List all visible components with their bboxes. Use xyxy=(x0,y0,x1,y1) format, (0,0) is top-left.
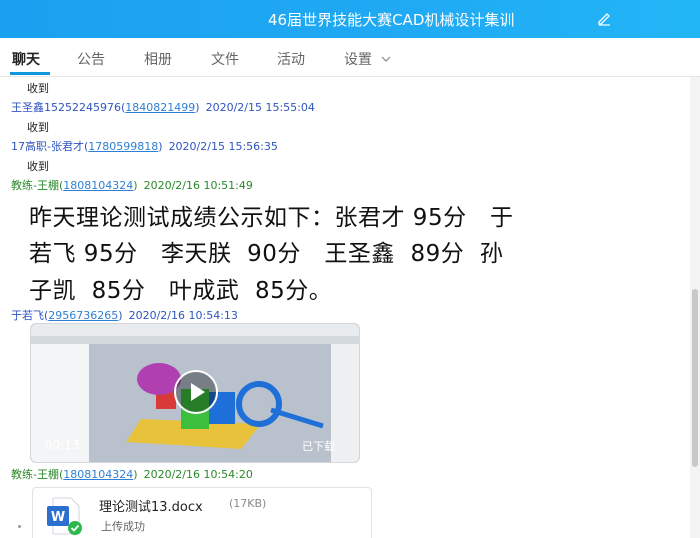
tab-album[interactable]: 相册 xyxy=(144,49,172,69)
tab-files[interactable]: 文件 xyxy=(211,49,239,69)
message-header: 于若飞(2956736265) 2020/2/16 10:54:13 xyxy=(11,309,238,322)
word-doc-icon: W xyxy=(47,497,82,535)
tab-settings[interactable]: 设置 xyxy=(344,49,391,69)
message-text: 收到 xyxy=(27,121,49,134)
list-marker xyxy=(18,525,21,528)
sender-qq-link[interactable]: 1840821499 xyxy=(125,101,195,114)
sender-name[interactable]: 教练-王棚 xyxy=(11,179,59,192)
message-time: 2020/2/16 10:54:20 xyxy=(143,468,253,481)
scrollbar-thumb[interactable] xyxy=(692,289,698,467)
file-message-card[interactable]: W 理论测试13.docx (17KB) 上传成功 xyxy=(32,487,372,538)
sender-name[interactable]: 17高职-张君才 xyxy=(11,140,84,153)
sender-name[interactable]: 王圣鑫15252245976 xyxy=(11,101,121,114)
message-header: 教练-王棚(1808104324) 2020/2/16 10:54:20 xyxy=(11,468,253,481)
sender-qq-link[interactable]: 1780599818 xyxy=(88,140,158,153)
message-header: 17高职-张君才(1780599818) 2020/2/15 15:56:35 xyxy=(11,140,278,153)
sender-qq-link[interactable]: 2956736265 xyxy=(48,309,118,322)
sender-qq-link[interactable]: 1808104324 xyxy=(63,468,133,481)
edit-icon[interactable] xyxy=(596,10,612,26)
tab-chat[interactable]: 聊天 xyxy=(12,49,40,69)
chat-scrollbar[interactable] xyxy=(690,77,700,538)
chat-message-list[interactable]: 收到 王圣鑫15252245976(1840821499) 2020/2/15 1… xyxy=(0,77,690,538)
message-text: 收到 xyxy=(27,160,49,173)
chevron-down-icon xyxy=(382,56,391,62)
svg-text:W: W xyxy=(51,510,65,525)
play-button[interactable] xyxy=(174,370,218,414)
sender-qq-link[interactable]: 1808104324 xyxy=(63,179,133,192)
tab-settings-label: 设置 xyxy=(344,52,372,68)
sender-name[interactable]: 于若飞 xyxy=(11,309,44,322)
upload-status: 上传成功 xyxy=(101,520,145,533)
message-header: 王圣鑫15252245976(1840821499) 2020/2/15 15:5… xyxy=(11,101,315,114)
message-text: 收到 xyxy=(27,82,49,95)
file-name[interactable]: 理论测试13.docx xyxy=(99,496,203,515)
play-icon xyxy=(191,383,205,401)
download-status: 已下载 xyxy=(302,440,335,453)
tab-bar: 聊天 公告 相册 文件 活动 设置 xyxy=(0,38,700,77)
tab-announcement[interactable]: 公告 xyxy=(77,49,105,69)
sender-name[interactable]: 教练-王棚 xyxy=(11,468,59,481)
video-message[interactable]: 00:13 已下载 xyxy=(30,323,360,463)
message-time: 2020/2/15 15:56:35 xyxy=(168,140,278,153)
check-circle-icon xyxy=(68,521,82,535)
message-text-line: 子凯 85分 叶成武 85分。 xyxy=(29,278,333,304)
title-bar: 46届世界技能大赛CAD机械设计集训 xyxy=(0,0,700,38)
active-tab-indicator xyxy=(10,72,50,75)
message-header: 教练-王棚(1808104324) 2020/2/16 10:51:49 xyxy=(11,179,253,192)
group-title: 46届世界技能大赛CAD机械设计集训 xyxy=(268,11,515,29)
video-duration: 00:13 xyxy=(45,438,80,452)
file-size: (17KB) xyxy=(229,497,267,510)
message-time: 2020/2/16 10:51:49 xyxy=(143,179,253,192)
tab-activity[interactable]: 活动 xyxy=(277,49,305,69)
message-time: 2020/2/16 10:54:13 xyxy=(128,309,238,322)
message-text-line: 若飞 95分 李天朕 90分 王圣鑫 89分 孙 xyxy=(29,241,504,267)
message-time: 2020/2/15 15:55:04 xyxy=(205,101,315,114)
message-text-line: 昨天理论测试成绩公示如下：张君才 95分 于 xyxy=(29,205,514,231)
